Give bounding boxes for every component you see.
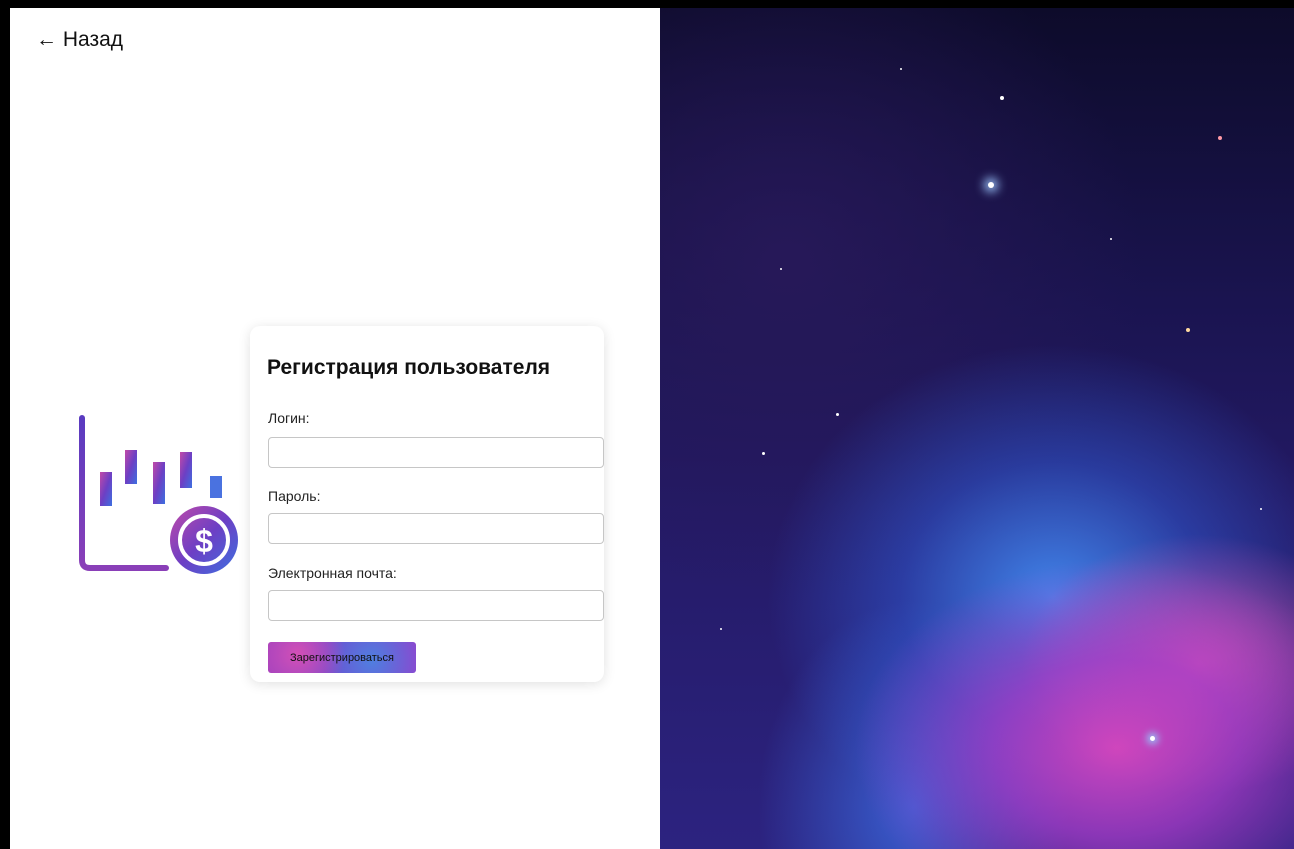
back-link[interactable]: ← Назад [36,28,123,52]
star [720,628,722,630]
star [1218,136,1222,140]
star [1260,508,1262,510]
star [780,268,782,270]
star [1150,736,1155,741]
star [1110,238,1112,240]
candlestick-chart-dollar-icon: $ [79,415,241,577]
login-input[interactable] [268,437,604,468]
register-button[interactable]: Зарегистрироваться [268,642,416,673]
login-label: Логин: [268,410,310,426]
app-window: ← Назад $ Регистрация пользователя Логин… [10,8,1294,849]
registration-card: Регистрация пользователя Логин: Пароль: … [250,326,604,682]
star [900,68,902,70]
email-input[interactable] [268,590,604,621]
star [988,182,994,188]
star [1186,328,1190,332]
password-label: Пароль: [268,488,321,504]
star [836,413,839,416]
svg-text:$: $ [195,523,213,559]
left-panel: ← Назад $ Регистрация пользователя Логин… [10,8,660,849]
password-input[interactable] [268,513,604,544]
form-title: Регистрация пользователя [267,356,551,379]
email-label: Электронная почта: [268,565,397,581]
star [762,452,765,455]
space-nebula-image [660,8,1294,849]
star [1000,96,1004,100]
